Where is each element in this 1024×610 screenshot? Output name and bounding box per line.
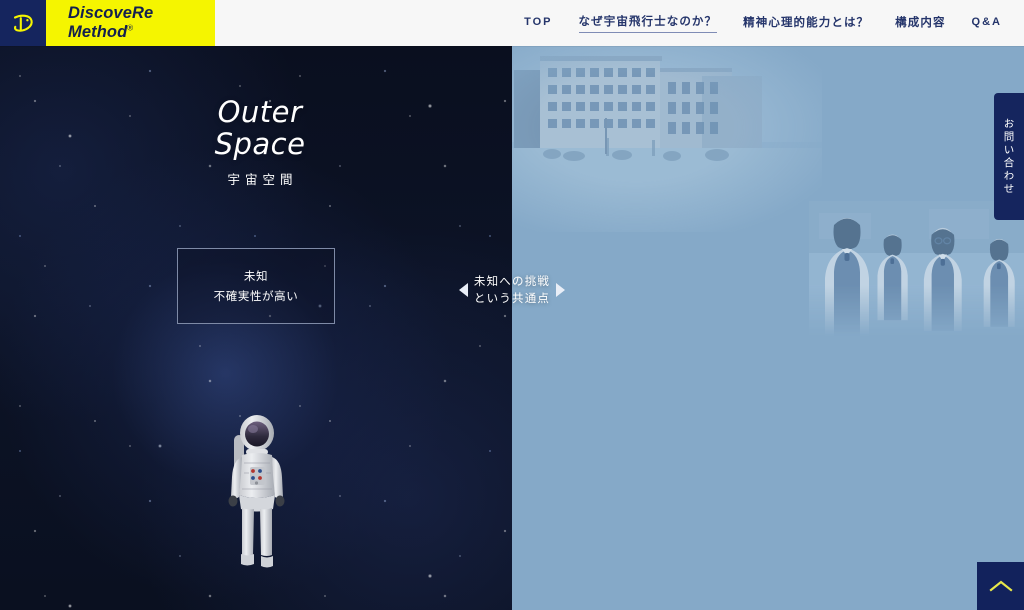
primary-navigation: TOP なぜ宇宙飛行士なのか？ 精神心理的能力とは？ 構成内容 Q&A xyxy=(524,0,1024,46)
outer-space-title-block: Outer Space 宇宙空間 xyxy=(170,96,350,188)
logo-wordmark[interactable]: DiscoveRe Method® xyxy=(46,0,215,46)
logo-mark[interactable] xyxy=(0,0,46,46)
hero-split-section: Outer Space 宇宙空間 未知 不確実性が高い 未知への挑戦 という共通… xyxy=(0,46,1024,610)
nav-item-qa[interactable]: Q&A xyxy=(972,16,1002,31)
common-point-connector: 未知への挑戦 という共通点 xyxy=(446,268,578,312)
site-header: DiscoveRe Method® TOP なぜ宇宙飛行士なのか？ 精神心理的能… xyxy=(0,0,1024,46)
connector-line1: 未知への挑戦 xyxy=(473,274,551,288)
outer-space-box-line1: 未知 xyxy=(243,268,269,283)
outer-space-title-en-line2: Space xyxy=(214,127,306,161)
students-group-photo xyxy=(809,201,1024,336)
scroll-to-top-button[interactable] xyxy=(977,562,1024,610)
logo-wordmark-text: DiscoveRe Method xyxy=(68,4,154,41)
page-root: DiscoveRe Method® TOP なぜ宇宙飛行士なのか？ 精神心理的能… xyxy=(0,0,1024,610)
nav-item-top[interactable]: TOP xyxy=(524,16,552,31)
connector-text: 未知への挑戦 という共通点 xyxy=(474,273,550,307)
outer-space-feature-box: 未知 不確実性が高い xyxy=(177,248,335,324)
connector-line2: という共通点 xyxy=(473,291,551,305)
chevron-up-icon xyxy=(988,580,1013,592)
arrow-right-icon xyxy=(556,283,566,297)
nav-item-psychological-ability[interactable]: 精神心理的能力とは？ xyxy=(743,14,869,33)
school-building-photo xyxy=(512,46,822,232)
nav-item-contents[interactable]: 構成内容 xyxy=(895,14,945,33)
outer-space-box-line2: 不確実性が高い xyxy=(213,289,299,303)
outer-space-title-en-line1: Outer xyxy=(217,95,303,129)
astronaut-figure xyxy=(228,415,285,568)
registered-mark: ® xyxy=(127,23,134,33)
modern-society-panel: Modern Society 現代社会 変化の激しい 予測不能な社会 xyxy=(512,46,1024,610)
contact-side-tab[interactable]: お問い合わせ xyxy=(994,93,1024,220)
nav-item-why-astronaut[interactable]: なぜ宇宙飛行士なのか？ xyxy=(578,13,718,33)
contact-side-tab-label: お問い合わせ xyxy=(1002,117,1015,196)
discovere-d-logo-icon xyxy=(13,14,33,32)
outer-space-panel: Outer Space 宇宙空間 未知 不確実性が高い xyxy=(0,46,512,610)
outer-space-title-jp: 宇宙空間 xyxy=(227,172,298,187)
arrow-left-icon xyxy=(458,283,468,297)
